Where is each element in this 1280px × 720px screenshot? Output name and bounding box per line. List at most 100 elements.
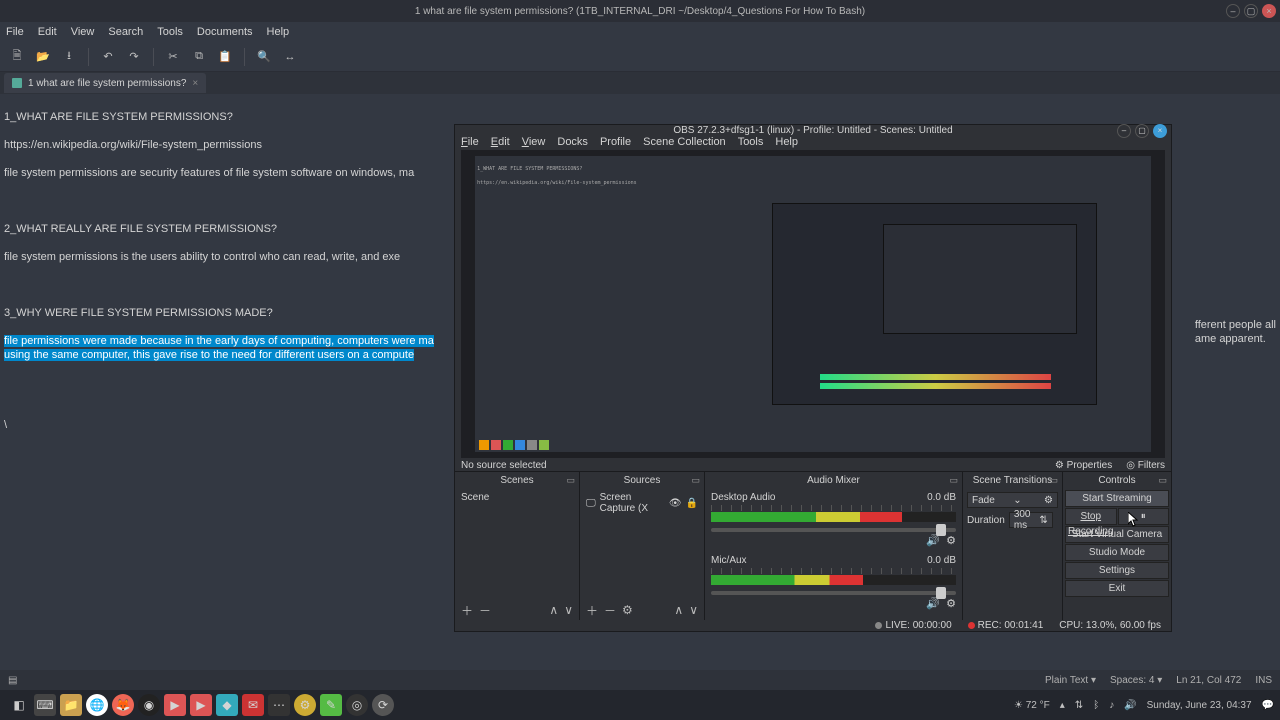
settings-button[interactable]: Settings <box>1065 562 1169 579</box>
chrome-icon[interactable]: 🌐 <box>86 694 108 716</box>
menu-help[interactable]: Help <box>267 26 290 38</box>
weather-widget[interactable]: ☀ 72 °F <box>1014 700 1050 711</box>
audio-icon[interactable]: ♪ <box>1109 700 1114 711</box>
dock-icon[interactable]: ▭ <box>566 475 575 486</box>
window-title: 1 what are file system permissions? (1TB… <box>415 6 865 17</box>
scene-item[interactable]: Scene <box>457 490 577 505</box>
copy-icon[interactable]: ⧉ <box>188 46 210 68</box>
dock-icon[interactable]: ▭ <box>1158 475 1167 486</box>
app-icon[interactable]: ✉ <box>242 694 264 716</box>
spinner-icon[interactable]: ⇅ <box>1039 515 1047 526</box>
obs-menu-scene-collection[interactable]: Scene Collection <box>643 136 726 148</box>
remove-scene-icon[interactable]: － <box>479 602 491 619</box>
obs-minimize-button[interactable]: – <box>1117 124 1131 138</box>
dock-icon[interactable]: ▭ <box>1049 475 1058 486</box>
obs-menu-edit[interactable]: Edit <box>491 136 510 148</box>
notifications-icon[interactable]: 💬 <box>1262 700 1274 711</box>
source-label: Screen Capture (X <box>600 492 665 514</box>
cut-icon[interactable]: ✂ <box>162 46 184 68</box>
duration-spinbox[interactable]: 300 ms ⇅ <box>1009 512 1053 528</box>
menu-edit[interactable]: Edit <box>38 26 57 38</box>
pause-recording-button[interactable]: ⏸ <box>1118 508 1170 525</box>
remove-source-icon[interactable]: － <box>604 602 616 619</box>
filters-button[interactable]: ◎ Filters <box>1126 460 1165 471</box>
dock-icon[interactable]: ▭ <box>949 475 958 486</box>
channel-settings-icon[interactable]: ⚙ <box>946 597 956 610</box>
obs-titlebar[interactable]: OBS 27.2.3+dfsg1-1 (linux) - Profile: Un… <box>455 125 1171 136</box>
obs-menu-file[interactable]: File <box>461 136 479 148</box>
search-icon[interactable]: 🔍 <box>253 46 275 68</box>
syntax-mode[interactable]: Plain Text ▾ <box>1045 675 1096 686</box>
open-file-icon[interactable]: 📂 <box>32 46 54 68</box>
terminal-icon[interactable]: ⌨ <box>34 694 56 716</box>
move-down-icon[interactable]: ∨ <box>564 603 573 617</box>
redo-icon[interactable]: ↷ <box>123 46 145 68</box>
editor-tab[interactable]: 1 what are file system permissions? × <box>4 73 206 93</box>
transition-settings-icon[interactable]: ⚙ <box>1044 495 1053 506</box>
start-virtual-camera-button[interactable]: Start Virtual Camera <box>1065 526 1169 543</box>
steam-icon[interactable]: ◉ <box>138 694 160 716</box>
paste-icon[interactable]: 📋 <box>214 46 236 68</box>
move-up-icon[interactable]: ∧ <box>549 603 558 617</box>
app-icon[interactable]: ▶ <box>164 694 186 716</box>
volume-icon[interactable]: 🔊 <box>1124 700 1136 711</box>
dock-icon[interactable]: ▭ <box>691 475 700 486</box>
source-settings-icon[interactable]: ⚙ <box>622 603 633 617</box>
text-line: file system permissions is the users abi… <box>4 251 400 263</box>
undo-icon[interactable]: ↶ <box>97 46 119 68</box>
channel-settings-icon[interactable]: ⚙ <box>946 534 956 547</box>
start-streaming-button[interactable]: Start Streaming <box>1065 490 1169 507</box>
lock-icon[interactable]: 🔒 <box>686 498 698 509</box>
visibility-icon[interactable]: 👁 <box>669 498 682 509</box>
save-file-icon[interactable]: ⭳ <box>58 46 80 68</box>
obs-menu-tools[interactable]: Tools <box>738 136 764 148</box>
app-menu-icon[interactable]: ◧ <box>8 694 30 716</box>
close-button[interactable]: × <box>1262 4 1276 18</box>
menu-tools[interactable]: Tools <box>157 26 183 38</box>
clock[interactable]: Sunday, June 23, 04:37 <box>1147 700 1252 711</box>
obs-menu-help[interactable]: Help <box>775 136 798 148</box>
menu-search[interactable]: Search <box>108 26 143 38</box>
obs-maximize-button[interactable]: ▢ <box>1135 124 1149 138</box>
obs-close-button[interactable]: × <box>1153 124 1167 138</box>
app-icon[interactable]: ▶ <box>190 694 212 716</box>
indent-mode[interactable]: Spaces: 4 ▾ <box>1110 675 1162 686</box>
move-up-icon[interactable]: ∧ <box>674 603 683 617</box>
firefox-icon[interactable]: 🦊 <box>112 694 134 716</box>
add-scene-icon[interactable]: ＋ <box>461 602 473 619</box>
minimize-button[interactable]: – <box>1226 4 1240 18</box>
exit-button[interactable]: Exit <box>1065 580 1169 597</box>
menu-documents[interactable]: Documents <box>197 26 253 38</box>
volume-slider[interactable] <box>711 591 956 595</box>
volume-slider[interactable] <box>711 528 956 532</box>
transition-select[interactable]: Fade⌄ ⚙ <box>967 492 1058 508</box>
app-icon[interactable]: ⋯ <box>268 694 290 716</box>
properties-button[interactable]: ⚙ Properties <box>1055 460 1112 471</box>
menu-file[interactable]: File <box>6 26 24 38</box>
obs-icon[interactable]: ◎ <box>346 694 368 716</box>
app-icon[interactable]: ⚙ <box>294 694 316 716</box>
source-item[interactable]: 🖵 Screen Capture (X 👁 🔒 <box>582 490 702 516</box>
obs-menu-docks[interactable]: Docks <box>557 136 588 148</box>
files-icon[interactable]: 📁 <box>60 694 82 716</box>
move-down-icon[interactable]: ∨ <box>689 603 698 617</box>
insert-mode[interactable]: INS <box>1255 675 1272 686</box>
stop-recording-button[interactable]: Stop Recording <box>1065 508 1117 525</box>
app-icon[interactable]: ⟳ <box>372 694 394 716</box>
sidebar-toggle-icon[interactable]: ▤ <box>8 675 17 686</box>
tray-icon[interactable]: ▴ <box>1060 700 1065 711</box>
studio-mode-button[interactable]: Studio Mode <box>1065 544 1169 561</box>
replace-icon[interactable]: ↔ <box>279 46 301 68</box>
obs-menu-view[interactable]: View <box>522 136 546 148</box>
add-source-icon[interactable]: ＋ <box>586 602 598 619</box>
maximize-button[interactable]: ▢ <box>1244 4 1258 18</box>
obs-menu-profile[interactable]: Profile <box>600 136 631 148</box>
menu-view[interactable]: View <box>71 26 95 38</box>
editor-icon[interactable]: ✎ <box>320 694 342 716</box>
app-icon[interactable]: ◆ <box>216 694 238 716</box>
obs-preview[interactable]: 1_WHAT ARE FILE SYSTEM PERMISSIONS? http… <box>461 150 1165 458</box>
bluetooth-icon[interactable]: ᛒ <box>1093 700 1099 711</box>
network-icon[interactable]: ⇅ <box>1075 700 1083 711</box>
new-file-icon[interactable]: 🗎 <box>6 46 28 68</box>
tab-close-icon[interactable]: × <box>192 78 198 89</box>
